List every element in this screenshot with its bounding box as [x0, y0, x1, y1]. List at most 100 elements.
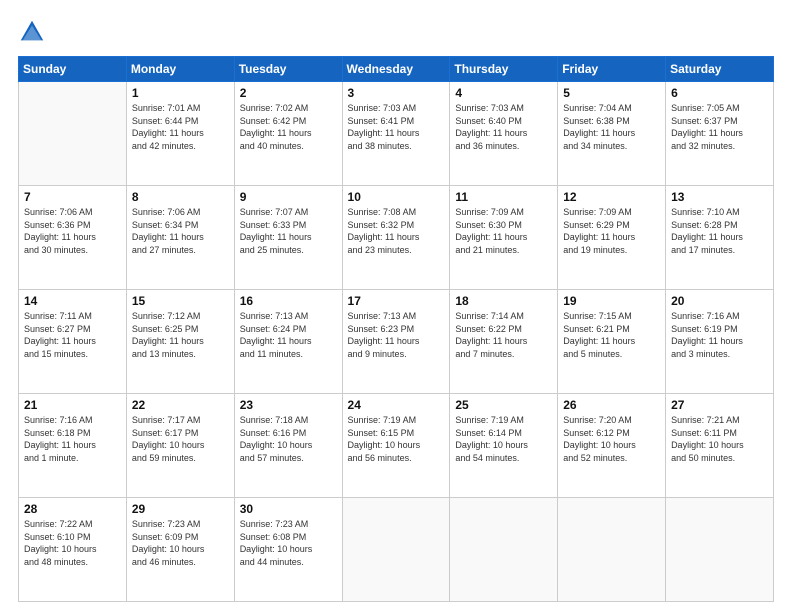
- calendar-cell: 7 Sunrise: 7:06 AMSunset: 6:36 PMDaylight…: [19, 186, 127, 290]
- calendar-cell: [19, 82, 127, 186]
- day-number: 8: [132, 190, 229, 204]
- day-number: 24: [348, 398, 445, 412]
- day-number: 16: [240, 294, 337, 308]
- calendar-cell: 5Sunrise: 7:04 AMSunset: 6:38 PMDaylight…: [558, 82, 666, 186]
- cell-info: Sunrise: 7:22 AMSunset: 6:10 PMDaylight:…: [24, 518, 121, 568]
- day-number: 13: [671, 190, 768, 204]
- day-number: 14: [24, 294, 121, 308]
- day-number: 12: [563, 190, 660, 204]
- calendar-table: SundayMondayTuesdayWednesdayThursdayFrid…: [18, 56, 774, 602]
- day-number: 10: [348, 190, 445, 204]
- day-header-saturday: Saturday: [666, 57, 774, 82]
- calendar-cell: [558, 498, 666, 602]
- calendar-cell: 8 Sunrise: 7:06 AMSunset: 6:34 PMDaylight…: [126, 186, 234, 290]
- calendar-cell: 25 Sunrise: 7:19 AMSunset: 6:14 PMDayligh…: [450, 394, 558, 498]
- calendar-cell: 4 Sunrise: 7:03 AMSunset: 6:40 PMDaylight…: [450, 82, 558, 186]
- calendar-cell: 20 Sunrise: 7:16 AMSunset: 6:19 PMDayligh…: [666, 290, 774, 394]
- calendar-cell: 24 Sunrise: 7:19 AMSunset: 6:15 PMDayligh…: [342, 394, 450, 498]
- day-number: 7: [24, 190, 121, 204]
- calendar-week-5: 28 Sunrise: 7:22 AMSunset: 6:10 PMDayligh…: [19, 498, 774, 602]
- day-header-tuesday: Tuesday: [234, 57, 342, 82]
- calendar-cell: 10 Sunrise: 7:08 AMSunset: 6:32 PMDayligh…: [342, 186, 450, 290]
- logo-icon: [18, 18, 46, 46]
- day-header-wednesday: Wednesday: [342, 57, 450, 82]
- calendar-cell: 1 Sunrise: 7:01 AMSunset: 6:44 PMDaylight…: [126, 82, 234, 186]
- day-number: 9: [240, 190, 337, 204]
- day-number: 23: [240, 398, 337, 412]
- cell-info: Sunrise: 7:05 AMSunset: 6:37 PMDaylight:…: [671, 102, 768, 152]
- day-number: 11: [455, 190, 552, 204]
- day-number: 15: [132, 294, 229, 308]
- page: SundayMondayTuesdayWednesdayThursdayFrid…: [0, 0, 792, 612]
- calendar-cell: 19Sunrise: 7:15 AMSunset: 6:21 PMDayligh…: [558, 290, 666, 394]
- day-header-thursday: Thursday: [450, 57, 558, 82]
- header: [18, 18, 774, 46]
- day-number: 5: [563, 86, 660, 100]
- cell-info: Sunrise: 7:20 AMSunset: 6:12 PMDaylight:…: [563, 414, 660, 464]
- calendar-cell: [666, 498, 774, 602]
- cell-info: Sunrise: 7:03 AMSunset: 6:41 PMDaylight:…: [348, 102, 445, 152]
- cell-info: Sunrise: 7:14 AMSunset: 6:22 PMDaylight:…: [455, 310, 552, 360]
- cell-info: Sunrise: 7:09 AMSunset: 6:30 PMDaylight:…: [455, 206, 552, 256]
- day-number: 17: [348, 294, 445, 308]
- cell-info: Sunrise: 7:03 AMSunset: 6:40 PMDaylight:…: [455, 102, 552, 152]
- calendar-cell: 12 Sunrise: 7:09 AMSunset: 6:29 PMDayligh…: [558, 186, 666, 290]
- calendar-cell: 14 Sunrise: 7:11 AMSunset: 6:27 PMDayligh…: [19, 290, 127, 394]
- day-number: 30: [240, 502, 337, 516]
- cell-info: Sunrise: 7:11 AMSunset: 6:27 PMDaylight:…: [24, 310, 121, 360]
- calendar-cell: 23 Sunrise: 7:18 AMSunset: 6:16 PMDayligh…: [234, 394, 342, 498]
- logo: [18, 18, 50, 46]
- calendar-cell: 22 Sunrise: 7:17 AMSunset: 6:17 PMDayligh…: [126, 394, 234, 498]
- cell-info: Sunrise: 7:19 AMSunset: 6:15 PMDaylight:…: [348, 414, 445, 464]
- cell-info: Sunrise: 7:19 AMSunset: 6:14 PMDaylight:…: [455, 414, 552, 464]
- calendar-week-2: 7 Sunrise: 7:06 AMSunset: 6:36 PMDaylight…: [19, 186, 774, 290]
- cell-info: Sunrise: 7:10 AMSunset: 6:28 PMDaylight:…: [671, 206, 768, 256]
- calendar-cell: 11 Sunrise: 7:09 AMSunset: 6:30 PMDayligh…: [450, 186, 558, 290]
- calendar-cell: 27 Sunrise: 7:21 AMSunset: 6:11 PMDayligh…: [666, 394, 774, 498]
- cell-info: Sunrise: 7:18 AMSunset: 6:16 PMDaylight:…: [240, 414, 337, 464]
- day-number: 1: [132, 86, 229, 100]
- cell-info: Sunrise: 7:21 AMSunset: 6:11 PMDaylight:…: [671, 414, 768, 464]
- day-number: 2: [240, 86, 337, 100]
- day-number: 22: [132, 398, 229, 412]
- cell-info: Sunrise: 7:13 AMSunset: 6:23 PMDaylight:…: [348, 310, 445, 360]
- cell-info: Sunrise: 7:17 AMSunset: 6:17 PMDaylight:…: [132, 414, 229, 464]
- cell-info: Sunrise: 7:06 AMSunset: 6:34 PMDaylight:…: [132, 206, 229, 256]
- calendar-cell: 18 Sunrise: 7:14 AMSunset: 6:22 PMDayligh…: [450, 290, 558, 394]
- calendar-cell: 17 Sunrise: 7:13 AMSunset: 6:23 PMDayligh…: [342, 290, 450, 394]
- calendar-cell: [342, 498, 450, 602]
- day-number: 4: [455, 86, 552, 100]
- cell-info: Sunrise: 7:13 AMSunset: 6:24 PMDaylight:…: [240, 310, 337, 360]
- day-number: 19: [563, 294, 660, 308]
- day-number: 28: [24, 502, 121, 516]
- day-number: 29: [132, 502, 229, 516]
- calendar-cell: 16 Sunrise: 7:13 AMSunset: 6:24 PMDayligh…: [234, 290, 342, 394]
- cell-info: Sunrise: 7:23 AMSunset: 6:09 PMDaylight:…: [132, 518, 229, 568]
- calendar-cell: 21Sunrise: 7:16 AMSunset: 6:18 PMDayligh…: [19, 394, 127, 498]
- calendar-cell: 3 Sunrise: 7:03 AMSunset: 6:41 PMDaylight…: [342, 82, 450, 186]
- cell-info: Sunrise: 7:12 AMSunset: 6:25 PMDaylight:…: [132, 310, 229, 360]
- calendar-cell: 28 Sunrise: 7:22 AMSunset: 6:10 PMDayligh…: [19, 498, 127, 602]
- day-number: 27: [671, 398, 768, 412]
- cell-info: Sunrise: 7:01 AMSunset: 6:44 PMDaylight:…: [132, 102, 229, 152]
- day-number: 20: [671, 294, 768, 308]
- day-header-sunday: Sunday: [19, 57, 127, 82]
- day-number: 25: [455, 398, 552, 412]
- day-number: 6: [671, 86, 768, 100]
- day-number: 18: [455, 294, 552, 308]
- calendar-cell: 13 Sunrise: 7:10 AMSunset: 6:28 PMDayligh…: [666, 186, 774, 290]
- cell-info: Sunrise: 7:23 AMSunset: 6:08 PMDaylight:…: [240, 518, 337, 568]
- day-number: 3: [348, 86, 445, 100]
- calendar-cell: 26Sunrise: 7:20 AMSunset: 6:12 PMDayligh…: [558, 394, 666, 498]
- cell-info: Sunrise: 7:16 AMSunset: 6:18 PMDaylight:…: [24, 414, 121, 464]
- calendar-cell: 9Sunrise: 7:07 AMSunset: 6:33 PMDaylight…: [234, 186, 342, 290]
- cell-info: Sunrise: 7:06 AMSunset: 6:36 PMDaylight:…: [24, 206, 121, 256]
- cell-info: Sunrise: 7:08 AMSunset: 6:32 PMDaylight:…: [348, 206, 445, 256]
- day-header-friday: Friday: [558, 57, 666, 82]
- calendar-week-4: 21Sunrise: 7:16 AMSunset: 6:18 PMDayligh…: [19, 394, 774, 498]
- calendar-cell: 30 Sunrise: 7:23 AMSunset: 6:08 PMDayligh…: [234, 498, 342, 602]
- cell-info: Sunrise: 7:16 AMSunset: 6:19 PMDaylight:…: [671, 310, 768, 360]
- cell-info: Sunrise: 7:09 AMSunset: 6:29 PMDaylight:…: [563, 206, 660, 256]
- calendar-cell: 2 Sunrise: 7:02 AMSunset: 6:42 PMDaylight…: [234, 82, 342, 186]
- cell-info: Sunrise: 7:02 AMSunset: 6:42 PMDaylight:…: [240, 102, 337, 152]
